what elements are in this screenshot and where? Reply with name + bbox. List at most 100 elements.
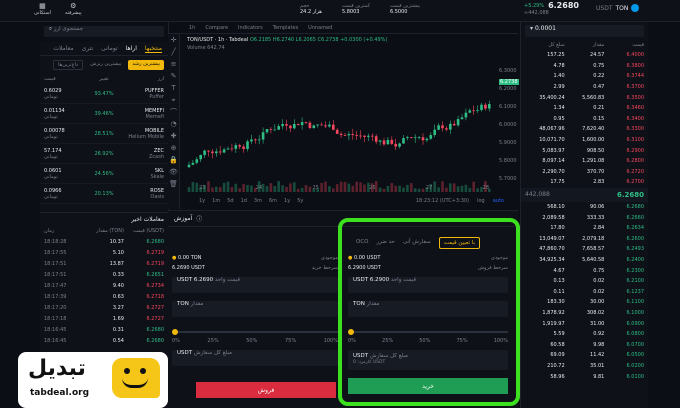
trades-header: زمان مقدار (TON) قیمت (USDT) [44, 228, 164, 234]
candle-body [480, 104, 483, 111]
chart-toolbar-item[interactable]: 1h [189, 25, 195, 31]
filter-top-gainers[interactable]: بیشترین رشد [128, 60, 164, 70]
market-row[interactable]: 57.174 تومانی 26.92% ZEC Zcash [40, 144, 168, 164]
tab-advanced[interactable]: ⚙ پیشرفته [65, 2, 82, 16]
orderbook-row[interactable]: 35,400.24 5,560.83 6.3500 [521, 92, 648, 103]
candle-body [269, 129, 273, 130]
candle-body [273, 129, 277, 131]
chart-toolbar-item[interactable]: Compare [205, 25, 228, 31]
chart-toolbar-item[interactable]: Templates [273, 25, 298, 31]
chart-toolbar-item[interactable]: Indicators [238, 25, 263, 31]
tab-toman[interactable]: تومانی [101, 45, 117, 52]
trade-row: 18:17:39 0.63 6.2718 [44, 293, 164, 300]
range-button[interactable]: 1y [284, 198, 290, 204]
orderbook-row[interactable]: 69.09 11.42 6.0500 [521, 350, 648, 361]
market-name: SKL Skale [150, 167, 164, 180]
drawing-tools[interactable]: ✛ ╱ ≡ ✎ T ⌖ ⌒ ◔ ✚ ⊕ 🔒 👁 🗑 [168, 34, 179, 190]
market-row[interactable]: 0.0601 تومانی 24.56% SKL Skale [40, 164, 168, 184]
range-bar: 1y 1m 5d 1d 3m 6m 1y 5y 18:23:12 (UTC+3:30) log… [199, 198, 504, 204]
orderbook-row[interactable]: 17.80 2.84 6.2634 [521, 223, 648, 234]
market-row[interactable]: 0.6029 تومانی 93.47% PUFFER Puffer [40, 84, 168, 104]
tab-coins[interactable]: اراها [126, 45, 137, 52]
orderbook-row[interactable]: 34,925.34 5,640.58 6.2400 [521, 255, 648, 266]
orderbook-row[interactable]: 210.72 35.01 6.0200 [521, 361, 648, 372]
log-toggle[interactable]: log [477, 198, 485, 204]
volume-bar [191, 181, 195, 192]
candle-body [433, 129, 436, 136]
candle-body [421, 137, 425, 141]
candle-body [207, 150, 210, 152]
sell-amount-input[interactable]: TON مقدار [172, 301, 338, 317]
tab-simple[interactable]: ▦ استکانی [34, 2, 51, 16]
tab-tether[interactable]: تتری [82, 45, 94, 52]
filter-hot[interactable]: داغ‌ترین‌ها [53, 60, 84, 70]
orderbook-row[interactable]: 2.99 0.47 6.3700 [521, 82, 648, 93]
orderbook-row[interactable]: 157.25 24.57 6.4000 [521, 50, 648, 61]
range-button[interactable]: 1m [212, 198, 220, 204]
sell-total-input[interactable]: USDT مبلغ کل سفارش [172, 350, 338, 366]
tutorial-link[interactable]: آموزش [174, 215, 192, 222]
orderbook-row[interactable]: 4.67 0.75 6.2300 [521, 265, 648, 276]
orderbook-row[interactable]: 58.96 9.81 6.0100 [521, 371, 648, 382]
range-button[interactable]: 3m [254, 198, 262, 204]
sell-slider[interactable] [172, 329, 338, 335]
orderbook-row[interactable]: 13,049.07 2,079.18 6.2600 [521, 234, 648, 245]
range-button[interactable]: 5y [297, 198, 303, 204]
trade-row: 18:16:45 0.31 6.2680 [44, 326, 164, 333]
market-search[interactable]: ⌕ جستجوی ارز [44, 26, 164, 37]
orderbook-row[interactable]: 5,083.97 908.50 6.2900 [521, 145, 648, 156]
orderbook-row[interactable]: 568.10 90.06 6.2680 [521, 202, 648, 213]
tab-favorites[interactable]: منتخبها [144, 45, 162, 53]
y-tick: 6.2738 [499, 79, 519, 85]
market-row[interactable]: 0.01134 تومانی 39.46% MEMEFI Memefi [40, 104, 168, 124]
orderbook-precision[interactable]: ▾ 0.0001 [525, 25, 644, 37]
candle-body [215, 151, 218, 154]
chart-symbol-line: TON/USDT · 1h · Tabdeal O6.2185 H6.2740 … [187, 37, 388, 43]
orderbook-row[interactable]: 47,860.70 7,658.57 6.2493 [521, 244, 648, 255]
orderbook-row[interactable]: 183.30 30.00 6.1100 [521, 297, 648, 308]
orderbook-row[interactable]: 10,071.70 1,600.00 6.3100 [521, 135, 648, 146]
market-row[interactable]: 0.00078 تومانی 28.51% MOBILE Helium Mobile [40, 124, 168, 144]
tab-trades[interactable]: معاملات [53, 45, 73, 52]
orderbook-row[interactable]: 0.13 0.02 6.2100 [521, 276, 648, 287]
market-price: 0.0601 تومانی [44, 167, 62, 180]
y-axis: 6.3000 6.2738 6.2000 6.1000 6.0000 5.9000 5.80… [499, 52, 519, 192]
chevron-down-icon: ▾ [530, 25, 534, 32]
range-button[interactable]: 5d [227, 198, 233, 204]
orderbook-row[interactable]: 5.59 0.92 6.0800 [521, 329, 648, 340]
orderbook-row[interactable]: 8,097.14 1,291.08 6.2800 [521, 156, 648, 167]
range-button[interactable]: 1y [199, 198, 205, 204]
orderbook-row[interactable]: 1,919.97 31.00 6.0900 [521, 318, 648, 329]
top-bar: ▦ استکانی ⚙ پیشرفته حجم 24.2 هزار کمترین قی… [0, 0, 680, 22]
orderbook-row[interactable]: 2,290.70 370.70 6.2720 [521, 167, 648, 178]
candle-body [445, 128, 448, 130]
candle-body [261, 132, 265, 140]
market-price: 0.0966 تومانی [44, 187, 62, 200]
pair-selector[interactable]: USDT TON [596, 4, 640, 12]
volume-stat: حجم 24.2 هزار [300, 3, 322, 15]
orderbook-row[interactable]: 17.75 2.83 6.2700 [521, 177, 648, 188]
sell-button[interactable]: فروش [196, 382, 336, 398]
range-button[interactable]: 1d [241, 198, 247, 204]
orderbook-row[interactable]: 4.78 0.75 6.3800 [521, 61, 648, 72]
orderbook-row[interactable]: 1,878.92 308.02 6.1000 [521, 308, 648, 319]
sell-price-input[interactable]: USDT 6.2690 قیمت واحد [172, 277, 338, 293]
filter-top-losers[interactable]: بیشترین ریزش [86, 60, 125, 70]
orderbook-row[interactable]: 48,067.96 7,620.40 6.3300 [521, 124, 648, 135]
orderbook-row[interactable]: 1.40 0.22 6.3744 [521, 71, 648, 82]
orderbook-row[interactable]: 0.95 0.15 6.3400 [521, 114, 648, 125]
orderbook-row[interactable]: 60.58 9.98 6.0700 [521, 339, 648, 350]
candle-body [312, 125, 316, 129]
market-row[interactable]: 0.0966 تومانی 20.13% ROSE Oasis [40, 184, 168, 204]
logo-text: تبدیل [28, 356, 86, 381]
market-change: 20.13% [94, 190, 114, 197]
orderbook-row[interactable]: 1.34 0.21 6.3460 [521, 103, 648, 114]
chart-toolbar-item[interactable]: Unnamed [308, 25, 332, 31]
market-stats: حجم 24.2 هزار کمترین قیمت 5.8003 بیشترین ق… [300, 3, 420, 15]
range-button[interactable]: 6m [269, 198, 277, 204]
orderbook-row[interactable]: 2,089.58 333.33 6.2660 [521, 212, 648, 223]
orderbook-row[interactable]: 0.11 0.02 6.1237 [521, 286, 648, 297]
x-tick: 28 [482, 185, 489, 191]
auto-toggle[interactable]: auto [493, 198, 504, 204]
candlestick-plot[interactable] [183, 52, 501, 192]
